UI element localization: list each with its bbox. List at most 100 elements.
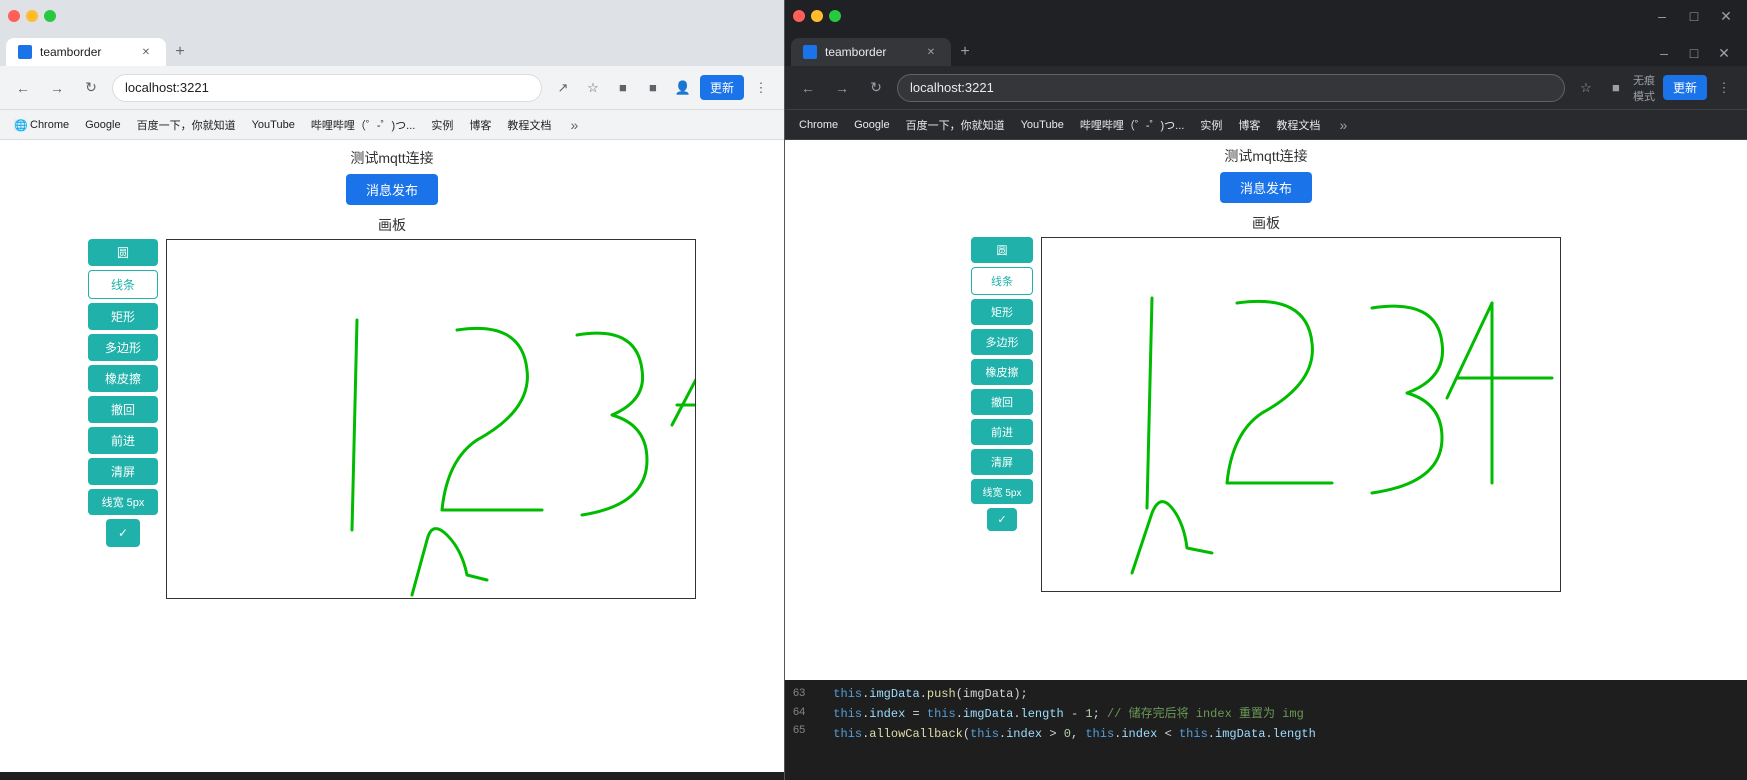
right-tool-undo[interactable]: 撤回 [971,389,1033,415]
left-bm-chrome-icon: 🌐 [14,119,26,131]
right-nav-close[interactable]: ✕ [1711,40,1737,66]
left-reload-btn[interactable]: ↻ [78,75,104,101]
right-tool-clear[interactable]: 清屏 [971,449,1033,475]
left-url-input[interactable] [112,74,542,102]
left-tool-polygon[interactable]: 多边形 [88,334,158,361]
code-linenum-63: 63 [793,685,805,702]
left-menu-icon[interactable]: ⋮ [748,75,774,101]
right-reload-btn[interactable]: ↻ [863,75,889,101]
left-bm-chrome[interactable]: 🌐 Chrome [8,116,75,134]
right-bookmark-icon[interactable]: ■ [1603,75,1629,101]
right-bm-youtube-label: YouTube [1021,119,1064,131]
left-bm-blog[interactable]: 博客 [463,114,497,136]
right-close-window-btn[interactable]: ✕ [1713,3,1739,29]
right-bm-chrome[interactable]: Chrome [793,116,844,134]
right-update-btn[interactable]: 更新 [1663,75,1707,100]
left-profile-icon[interactable]: 👤 [670,75,696,101]
left-title-bar [0,0,784,32]
left-bm-blog-label: 博客 [469,117,491,133]
left-bm-bilibili[interactable]: 哔哩哔哩（゜-゜)つ... [305,114,422,136]
left-tool-line[interactable]: 线条 [88,270,158,299]
right-tool-circle[interactable]: 圆 [971,237,1033,263]
right-bm-bilibili-label: 哔哩哔哩（゜-゜)つ... [1080,117,1185,133]
left-canvas-area: 圆 线条 矩形 多边形 橡皮擦 撤回 前进 清屏 线宽 5px ✓ [88,239,696,599]
right-linewidth-btn[interactable]: 线宽 5px [971,479,1033,504]
left-close-btn[interactable] [8,10,20,22]
left-tool-undo[interactable]: 撤回 [88,396,158,423]
left-minimize-btn[interactable] [26,10,38,22]
left-publish-btn[interactable]: 消息发布 [346,174,438,205]
right-star-icon[interactable]: ☆ [1573,75,1599,101]
left-extensions-icon[interactable]: ■ [610,75,636,101]
right-tool-eraser[interactable]: 橡皮擦 [971,359,1033,385]
right-tool-line[interactable]: 线条 [971,267,1033,295]
right-drawing-canvas[interactable] [1041,237,1561,592]
right-nav-max[interactable]: □ [1681,40,1707,66]
right-menu-icon[interactable]: ⋮ [1711,75,1737,101]
right-bm-more-icon[interactable]: » [1330,112,1356,138]
left-browser-window: teamborder ✕ + ← → ↻ ↗ ☆ ■ ■ 👤 更新 ⋮ 🌐 Ch… [0,0,785,780]
left-bm-google-label: Google [85,119,120,131]
right-forward-btn[interactable]: → [829,75,855,101]
left-bm-youtube[interactable]: YouTube [246,116,301,134]
left-tool-eraser[interactable]: 橡皮擦 [88,365,158,392]
left-active-tab[interactable]: teamborder ✕ [6,38,166,66]
left-tool-redo[interactable]: 前进 [88,427,158,454]
right-check-btn[interactable]: ✓ [987,508,1017,531]
left-bm-docs[interactable]: 教程文档 [501,114,557,136]
right-maximize-btn[interactable] [829,10,841,22]
right-canvas-area: 圆 线条 矩形 多边形 橡皮擦 撤回 前进 清屏 线宽 5px ✓ [971,237,1561,592]
right-publish-btn[interactable]: 消息发布 [1220,172,1312,203]
left-bm-baidu[interactable]: 百度一下，你就知道 [131,114,242,136]
right-back-btn[interactable]: ← [795,75,821,101]
left-tool-rect[interactable]: 矩形 [88,303,158,330]
right-tab-close[interactable]: ✕ [923,44,939,60]
right-bm-blog[interactable]: 博客 [1232,114,1266,136]
right-code-line-65: this.allowCallback(this.index > 0, this.… [825,724,1747,744]
right-active-tab[interactable]: teamborder ✕ [791,38,951,66]
left-bm-google[interactable]: Google [79,116,126,134]
left-bm-shili[interactable]: 实例 [425,114,459,136]
right-minimize-btn[interactable] [811,10,823,22]
left-shield-icon[interactable]: ■ [640,75,666,101]
right-bm-blog-label: 博客 [1238,117,1260,133]
right-nav-min[interactable]: – [1651,40,1677,66]
right-code-area: 63 64 65 this.imgData.push(imgData); [785,680,1747,780]
right-canvas-title: 画板 [1252,213,1280,233]
left-drawing-canvas[interactable] [166,239,696,599]
left-forward-btn[interactable]: → [44,75,70,101]
right-tool-panel: 圆 线条 矩形 多边形 橡皮擦 撤回 前进 清屏 线宽 5px ✓ [971,237,1033,531]
right-tool-redo[interactable]: 前进 [971,419,1033,445]
right-bm-bilibili[interactable]: 哔哩哔哩（゜-゜)つ... [1074,114,1191,136]
right-bm-youtube[interactable]: YouTube [1015,116,1070,134]
right-bm-shili[interactable]: 实例 [1194,114,1228,136]
right-tool-rect[interactable]: 矩形 [971,299,1033,325]
right-url-input[interactable] [897,74,1565,102]
right-bm-baidu[interactable]: 百度一下，你就知道 [900,114,1011,136]
left-drawing-svg [167,240,696,599]
left-star-icon[interactable]: ☆ [580,75,606,101]
left-toolbar-icons: ↗ ☆ ■ ■ 👤 更新 ⋮ [550,75,774,101]
left-mqtt-title: 测试mqtt连接 [350,148,433,168]
right-bm-docs[interactable]: 教程文档 [1270,114,1326,136]
left-update-btn[interactable]: 更新 [700,75,744,100]
left-new-tab-btn[interactable]: + [166,38,194,66]
left-tool-clear[interactable]: 清屏 [88,458,158,485]
left-linewidth-btn[interactable]: 线宽 5px [88,489,158,515]
right-new-tab-btn[interactable]: + [951,38,979,66]
right-close-btn[interactable] [793,10,805,22]
right-profile-icon[interactable]: 无痕模式 [1633,75,1659,101]
left-check-btn[interactable]: ✓ [106,519,140,547]
left-tool-circle[interactable]: 圆 [88,239,158,266]
left-address-bar: ← → ↻ ↗ ☆ ■ ■ 👤 更新 ⋮ [0,66,784,110]
right-tool-polygon[interactable]: 多边形 [971,329,1033,355]
left-share-icon[interactable]: ↗ [550,75,576,101]
right-min-window-btn[interactable]: – [1649,3,1675,29]
left-tab-close[interactable]: ✕ [138,44,154,60]
left-bm-more-icon[interactable]: » [561,112,587,138]
left-maximize-btn[interactable] [44,10,56,22]
left-code-line-1: channel: null, [0,776,784,780]
right-bm-google[interactable]: Google [848,116,895,134]
left-back-btn[interactable]: ← [10,75,36,101]
right-max-window-btn[interactable]: □ [1681,3,1707,29]
